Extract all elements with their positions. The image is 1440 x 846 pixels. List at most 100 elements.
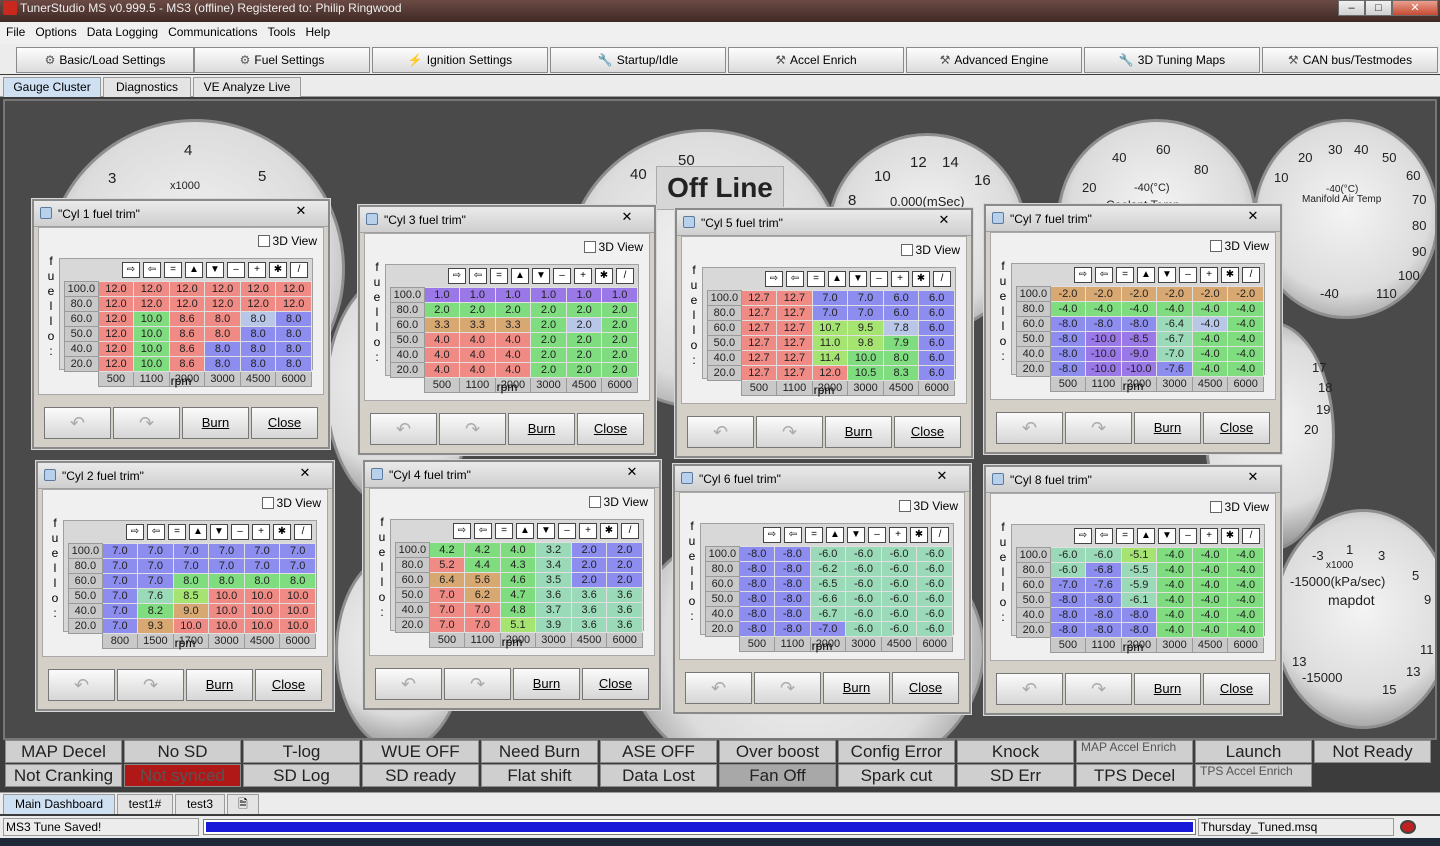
trim-cell[interactable]: 4.8: [499, 602, 537, 618]
trim-cell[interactable]: -6.0: [845, 546, 882, 562]
trim-cell[interactable]: -8.0: [738, 546, 776, 562]
trim-cell[interactable]: 10.5: [847, 365, 884, 381]
trim-cell[interactable]: 12.0: [811, 365, 849, 381]
trim-cell[interactable]: 10.0: [243, 618, 281, 634]
table-tool-button[interactable]: ⇦: [143, 262, 161, 278]
table-tool-button[interactable]: =: [490, 268, 508, 284]
table-tool-button[interactable]: ⇦: [786, 271, 804, 287]
dialog-header[interactable]: "Cyl 6 fuel trim" ✕: [675, 466, 969, 492]
trim-cell[interactable]: 12.0: [97, 341, 135, 357]
trim-cell[interactable]: 10.0: [133, 311, 170, 327]
trim-cell[interactable]: -6.0: [845, 621, 882, 637]
trim-cell[interactable]: 4.2: [428, 542, 466, 558]
trim-cell[interactable]: 4.0: [494, 362, 532, 378]
undo-button[interactable]: ↶: [370, 413, 437, 445]
checkbox-box[interactable]: [583, 241, 596, 253]
table-tool-button[interactable]: ▲: [1137, 267, 1155, 283]
trim-cell[interactable]: 7.0: [243, 543, 281, 559]
table-tool-button[interactable]: ⇨: [765, 271, 783, 287]
table-tool-button[interactable]: ✱: [269, 262, 287, 278]
trim-cell[interactable]: 6.0: [918, 320, 955, 336]
trim-cell[interactable]: 9.8: [847, 335, 884, 351]
trim-cell[interactable]: -8.0: [774, 576, 811, 592]
tab-test3[interactable]: test3: [175, 794, 225, 814]
trim-cell[interactable]: 8.0: [172, 573, 210, 589]
trim-cell[interactable]: 12.7: [740, 290, 778, 306]
table-tool-button[interactable]: /: [616, 268, 634, 284]
table-tool-button[interactable]: /: [933, 271, 951, 287]
undo-button[interactable]: ↶: [48, 669, 115, 701]
trim-cell[interactable]: 5.1: [499, 617, 537, 633]
trim-cell[interactable]: 8.0: [275, 356, 312, 372]
trim-cell[interactable]: 8.5: [172, 588, 210, 604]
trim-cell[interactable]: -6.0: [845, 576, 882, 592]
trim-cell[interactable]: 8.6: [168, 311, 206, 327]
trim-cell[interactable]: -8.0: [1120, 316, 1158, 332]
trim-cell[interactable]: -6.0: [916, 561, 953, 577]
trim-cell[interactable]: 1.0: [565, 287, 603, 303]
close-icon[interactable]: ✕: [610, 209, 644, 227]
trim-cell[interactable]: -4.0: [1191, 316, 1229, 332]
trim-cell[interactable]: 3.6: [606, 617, 643, 633]
trim-cell[interactable]: 4.3: [499, 557, 537, 573]
table-tool-button[interactable]: +: [891, 271, 909, 287]
trim-cell[interactable]: 2.0: [565, 332, 603, 348]
table-tool-button[interactable]: /: [621, 523, 639, 539]
trim-cell[interactable]: -7.0: [1049, 577, 1087, 593]
trim-cell[interactable]: 7.0: [428, 587, 466, 603]
trim-cell[interactable]: -4.0: [1120, 301, 1158, 317]
trim-cell[interactable]: 7.0: [101, 618, 139, 634]
trim-cell[interactable]: 9.0: [172, 603, 210, 619]
3d-view-checkbox[interactable]: 3D View: [588, 495, 648, 509]
trim-cell[interactable]: -2.0: [1049, 286, 1087, 302]
table-tool-button[interactable]: ▲: [516, 523, 534, 539]
table-tool-button[interactable]: –: [553, 268, 571, 284]
trim-cell[interactable]: -6.0: [880, 606, 918, 622]
close-button[interactable]: Close: [1203, 412, 1270, 444]
trim-cell[interactable]: -4.0: [1227, 592, 1264, 608]
trim-cell[interactable]: 6.0: [918, 335, 955, 351]
trim-cell[interactable]: 7.0: [811, 290, 849, 306]
trim-cell[interactable]: 12.0: [204, 281, 241, 297]
tab-gauge-cluster[interactable]: Gauge Cluster: [3, 77, 101, 97]
trim-cell[interactable]: -8.0: [774, 546, 811, 562]
trim-cell[interactable]: 2.0: [423, 302, 461, 318]
trim-cell[interactable]: -2.0: [1227, 286, 1264, 302]
undo-button[interactable]: ↶: [44, 407, 111, 439]
table-tool-button[interactable]: ⇨: [453, 523, 471, 539]
trim-cell[interactable]: -6.1: [1120, 592, 1158, 608]
trim-cell[interactable]: 10.0: [133, 341, 170, 357]
trim-cell[interactable]: 12.0: [97, 311, 135, 327]
trim-cell[interactable]: 10.0: [208, 588, 245, 604]
trim-cell[interactable]: 1.0: [459, 287, 496, 303]
table-tool-button[interactable]: +: [889, 527, 907, 543]
close-button[interactable]: Close: [255, 669, 322, 701]
dialog-header[interactable]: "Cyl 2 fuel trim" ✕: [38, 463, 332, 489]
trim-cell[interactable]: 7.0: [464, 617, 501, 633]
close-button[interactable]: Close: [582, 668, 649, 700]
trim-cell[interactable]: 8.0: [275, 311, 312, 327]
table-tool-button[interactable]: =: [168, 524, 186, 540]
table-tool-button[interactable]: ▼: [206, 262, 224, 278]
trim-cell[interactable]: -6.0: [916, 606, 953, 622]
trim-cell[interactable]: 2.0: [565, 302, 603, 318]
trim-cell[interactable]: 3.6: [570, 587, 608, 603]
trim-cell[interactable]: -8.0: [1120, 607, 1158, 623]
table-tool-button[interactable]: ✱: [912, 271, 930, 287]
trim-cell[interactable]: 2.0: [570, 557, 608, 573]
burn-button[interactable]: Burn: [1134, 673, 1201, 705]
dialog-header[interactable]: "Cyl 3 fuel trim" ✕: [360, 207, 654, 233]
trim-cell[interactable]: 3.3: [423, 317, 461, 333]
table-tool-button[interactable]: ✱: [1221, 267, 1239, 283]
redo-button[interactable]: ↷: [113, 407, 180, 439]
trim-cell[interactable]: 7.8: [882, 320, 920, 336]
trim-cell[interactable]: -4.0: [1191, 592, 1229, 608]
close-icon[interactable]: ✕: [927, 212, 961, 230]
trim-cell[interactable]: 10.0: [279, 603, 316, 619]
trim-cell[interactable]: 8.0: [275, 341, 312, 357]
trim-cell[interactable]: -4.0: [1191, 577, 1229, 593]
trim-cell[interactable]: 2.0: [530, 302, 567, 318]
trim-cell[interactable]: 12.0: [204, 296, 241, 312]
trim-cell[interactable]: -4.0: [1191, 301, 1229, 317]
trim-cell[interactable]: 1.0: [423, 287, 461, 303]
